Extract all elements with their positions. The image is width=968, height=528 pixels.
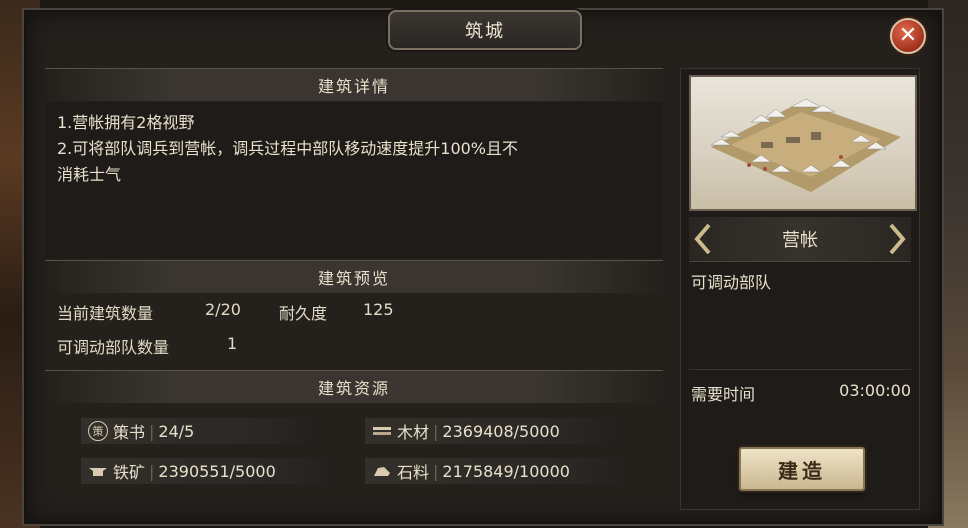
time-value: 03:00:00: [839, 381, 911, 400]
details-box: 1.营帐拥有2格视野 2.可将部队调兵到营帐，调兵过程中部队移动速度提升100%…: [45, 102, 663, 258]
strategy-book-icon: 策: [87, 420, 109, 442]
chevron-left-icon: [694, 223, 711, 255]
wood-icon: [371, 420, 393, 442]
resource-name: 石料: [397, 463, 430, 482]
iron-icon: [87, 460, 109, 482]
resource-iron: 铁矿 | 2390551/5000: [81, 458, 331, 484]
resource-value: 24/5: [158, 421, 195, 441]
resource-value: 2175849/10000: [442, 461, 570, 481]
close-button[interactable]: ✕: [890, 18, 926, 54]
stone-icon: [371, 460, 393, 482]
building-name: 营帐: [782, 230, 818, 251]
camp-building-image: [689, 75, 917, 211]
resource-wood: 木材 | 2369408/5000: [365, 418, 615, 444]
next-building-button[interactable]: [883, 219, 911, 259]
left-content: 建筑详情 1.营帐拥有2格视野 2.可将部队调兵到营帐，调兵过程中部队移动速度提…: [45, 68, 663, 514]
resource-stone: 石料 | 2175849/10000: [365, 458, 625, 484]
durability-value: 125: [363, 300, 394, 319]
resource-value: 2369408/5000: [442, 421, 560, 441]
troops-value: 1: [227, 334, 238, 353]
preview-header: 建筑预览: [45, 260, 663, 293]
resource-name: 铁矿: [113, 463, 146, 482]
building-count-label: 当前建筑数量: [57, 304, 154, 323]
time-label: 需要时间: [691, 385, 756, 404]
detail-line-2: 2.可将部队调兵到营帐，调兵过程中部队移动速度提升100%且不: [57, 139, 519, 158]
resource-name: 木材: [397, 423, 430, 442]
durability-label: 耐久度: [279, 304, 328, 323]
resources-header: 建筑资源: [45, 370, 663, 403]
resource-name: 策书: [113, 423, 146, 442]
building-panel: 营帐 可调动部队 需要时间 03:00:00 建造: [680, 68, 920, 510]
prev-building-button[interactable]: [689, 219, 717, 259]
resource-value: 2390551/5000: [158, 461, 276, 481]
divider: [689, 369, 911, 370]
details-header: 建筑详情: [45, 68, 663, 101]
troops-label: 可调动部队数量: [57, 338, 170, 357]
detail-line-3: 消耗士气: [57, 165, 122, 184]
build-button[interactable]: 建造: [739, 447, 865, 491]
building-count-value: 2/20: [205, 300, 241, 319]
chevron-right-icon: [889, 223, 906, 255]
close-icon: ✕: [898, 23, 918, 48]
dialog-title: 筑城: [388, 10, 582, 50]
building-selector: 营帐: [689, 217, 911, 262]
resource-strategy-book: 策 策书 | 24/5: [81, 418, 311, 444]
building-description: 可调动部队: [691, 273, 772, 292]
detail-line-1: 1.营帐拥有2格视野: [57, 113, 195, 132]
